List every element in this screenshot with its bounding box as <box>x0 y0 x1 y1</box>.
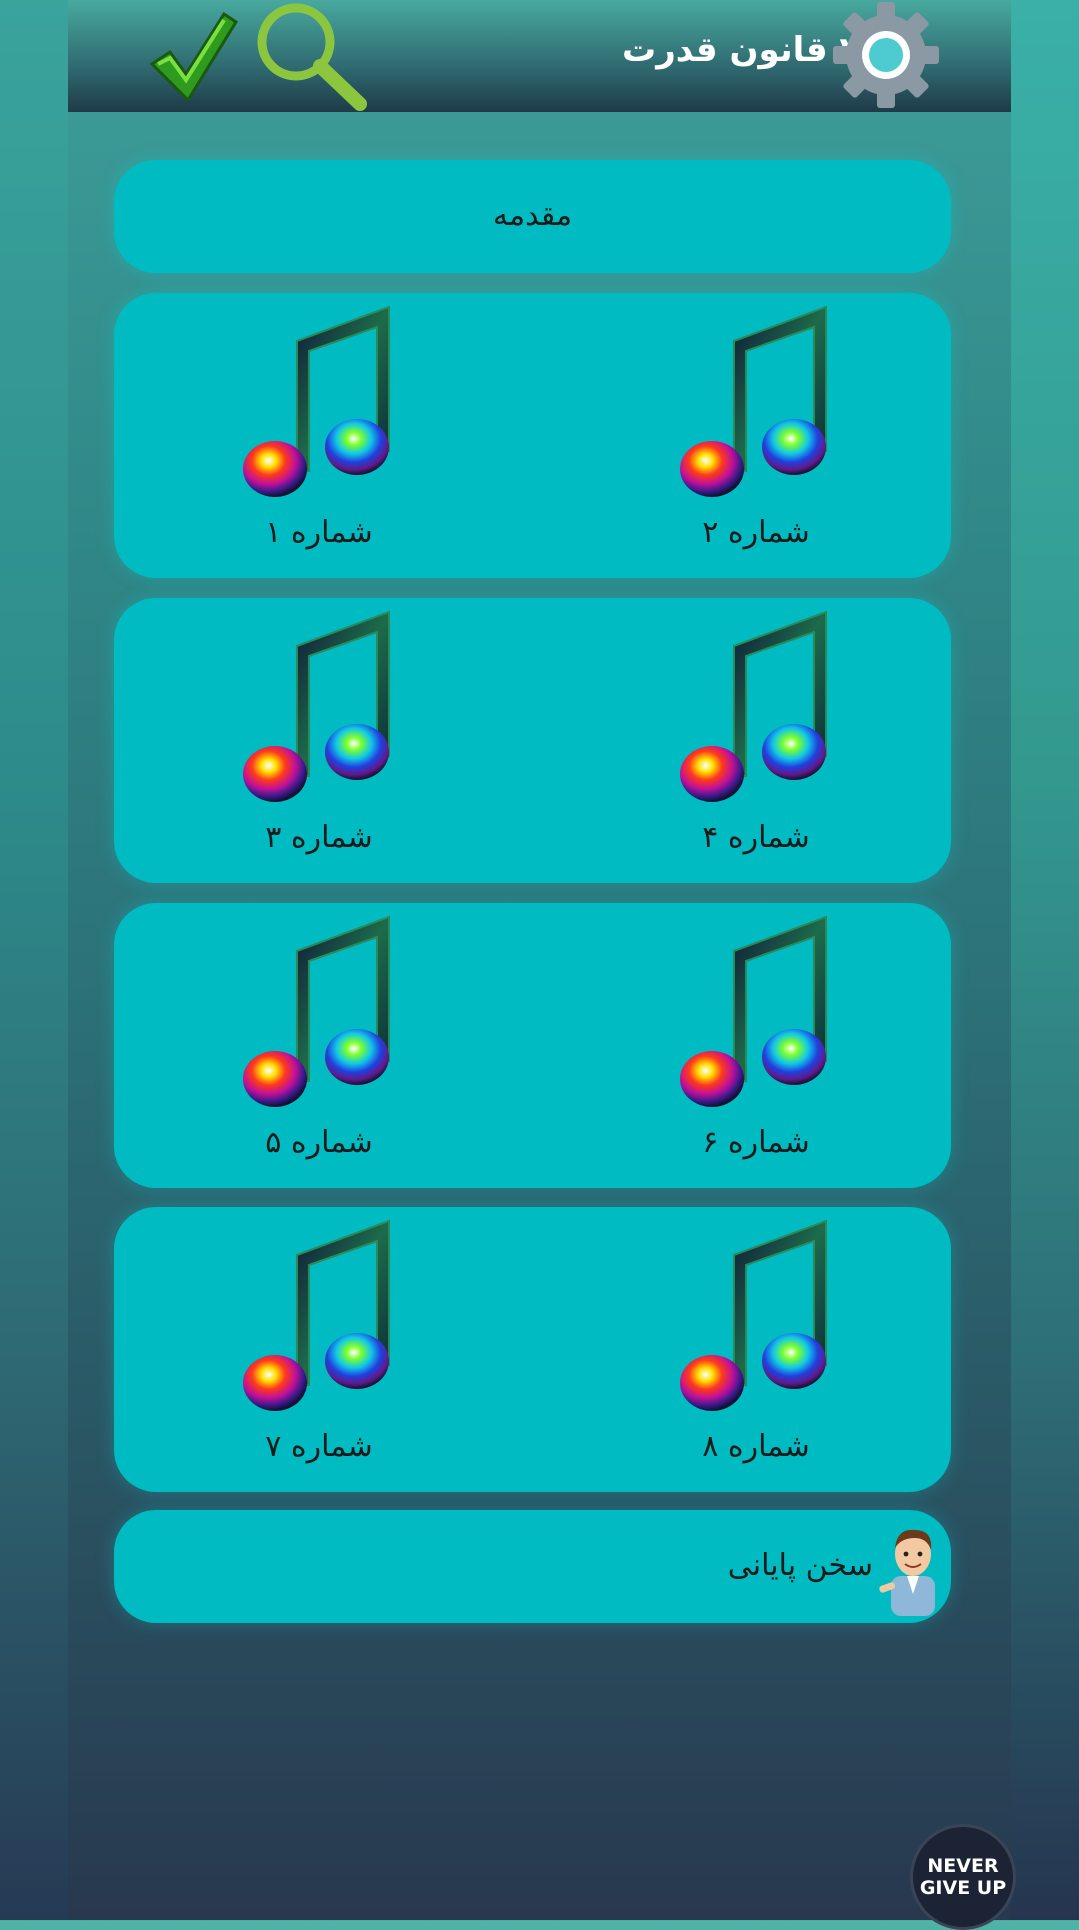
intro-item[interactable]: مقدمه <box>114 160 951 273</box>
cartoon-man-avatar-icon <box>879 1529 935 1616</box>
ending-item[interactable]: سخن پایانی <box>114 1510 951 1623</box>
track-label: شماره ۵ <box>265 1125 373 1160</box>
music-note-icon <box>243 915 390 1107</box>
left-edge <box>0 0 68 1920</box>
track-row: شماره ۶ شماره ۵ <box>114 903 951 1188</box>
search-icon[interactable] <box>248 0 368 112</box>
track-row: شماره ۴ شماره ۳ <box>114 598 951 883</box>
track-label: شماره ۲ <box>702 515 810 550</box>
badge-line1: NEVER <box>927 1855 999 1877</box>
track-item-6[interactable]: شماره ۶ <box>551 903 951 1188</box>
track-label: شماره ۸ <box>702 1429 810 1464</box>
music-note-icon <box>680 1219 827 1411</box>
track-row: شماره ۲ شماره ۱ <box>114 293 951 578</box>
never-give-up-badge: NEVER GIVE UP <box>910 1824 1016 1930</box>
track-item-5[interactable]: شماره ۵ <box>114 903 514 1188</box>
track-row: شماره ۸ شماره ۷ <box>114 1207 951 1492</box>
music-note-icon <box>680 610 827 802</box>
track-item-2[interactable]: شماره ۲ <box>551 293 951 578</box>
track-item-1[interactable]: شماره ۱ <box>114 293 514 578</box>
track-label: شماره ۳ <box>265 820 373 855</box>
intro-label: مقدمه <box>492 198 573 233</box>
track-item-3[interactable]: شماره ۳ <box>114 598 514 883</box>
track-label: شماره ۶ <box>702 1125 810 1160</box>
track-item-8[interactable]: شماره ۸ <box>551 1207 951 1492</box>
music-note-icon <box>243 1219 390 1411</box>
ending-label: سخن پایانی <box>727 1548 873 1583</box>
track-item-7[interactable]: شماره ۷ <box>114 1207 514 1492</box>
track-label: شماره ۷ <box>265 1429 373 1464</box>
settings-gear-icon[interactable] <box>831 0 941 110</box>
badge-line2: GIVE UP <box>919 1877 1007 1899</box>
checkmark-icon[interactable] <box>148 8 238 104</box>
music-note-icon <box>243 610 390 802</box>
right-edge <box>1011 0 1079 1920</box>
app-header: ۴۸ قانون قدرت <box>68 0 1011 112</box>
track-label: شماره ۱ <box>265 515 373 550</box>
track-label: شماره ۴ <box>702 820 810 855</box>
music-note-icon <box>680 915 827 1107</box>
music-note-icon <box>243 305 390 497</box>
music-note-icon <box>680 305 827 497</box>
track-item-4[interactable]: شماره ۴ <box>551 598 951 883</box>
